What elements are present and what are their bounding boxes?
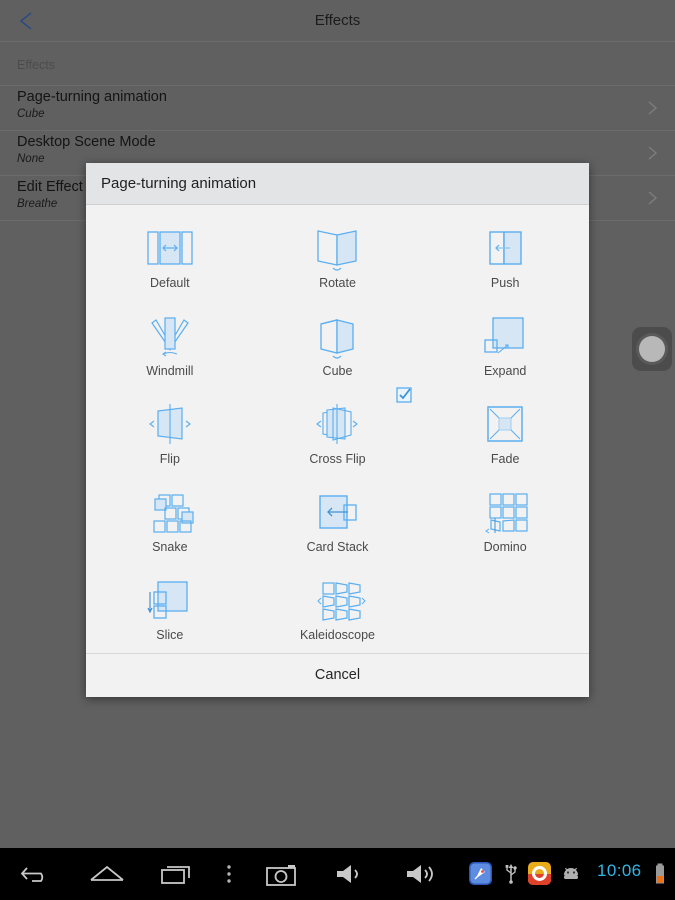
screenshot-camera-icon[interactable] bbox=[263, 859, 301, 894]
dialog-body: Default Rotate Push Windmill Cube Expand… bbox=[86, 205, 589, 653]
floating-assistive-button[interactable] bbox=[632, 327, 672, 371]
kaleidoscope-animation-icon bbox=[308, 571, 367, 629]
cross-flip-animation-icon bbox=[308, 395, 366, 453]
option-label: Cube bbox=[322, 364, 353, 378]
rocket-app-icon[interactable] bbox=[469, 862, 492, 890]
status-clock: 10:06 bbox=[597, 861, 642, 880]
circle-widget-icon bbox=[639, 336, 665, 362]
option-label: Expand bbox=[483, 364, 527, 378]
setting-row-page-turning-animation[interactable]: Page-turning animation Cube bbox=[0, 85, 675, 130]
chevron-right-icon bbox=[643, 189, 661, 207]
option-card-stack[interactable]: Card Stack bbox=[254, 483, 422, 571]
option-default[interactable]: Default bbox=[86, 219, 254, 307]
usb-icon bbox=[503, 862, 519, 890]
option-label: Domino bbox=[483, 540, 527, 554]
option-expand[interactable]: Expand bbox=[421, 307, 589, 395]
option-cube[interactable]: Cube bbox=[254, 307, 422, 395]
page-turning-animation-dialog: Page-turning animation Default Rotate Pu… bbox=[86, 163, 589, 697]
windmill-animation-icon bbox=[141, 307, 199, 365]
snake-animation-icon bbox=[141, 483, 199, 541]
option-fade[interactable]: Fade bbox=[421, 395, 589, 483]
option-label: Rotate bbox=[319, 276, 356, 290]
option-push[interactable]: Push bbox=[421, 219, 589, 307]
fade-animation-icon bbox=[476, 395, 534, 453]
option-rotate[interactable]: Rotate bbox=[254, 219, 422, 307]
app-header: Effects bbox=[0, 0, 675, 42]
setting-row-value: None bbox=[17, 153, 45, 165]
setting-row-title: Edit Effect bbox=[17, 179, 83, 195]
flip-animation-icon bbox=[141, 395, 199, 453]
option-label: Flip bbox=[159, 452, 180, 466]
push-animation-icon bbox=[476, 219, 534, 277]
screen: Effects Effects Page-turning animation C… bbox=[0, 0, 675, 900]
setting-row-title: Page-turning animation bbox=[17, 89, 167, 105]
recent-apps-icon[interactable] bbox=[158, 859, 196, 894]
rotate-animation-icon bbox=[308, 219, 366, 277]
option-domino[interactable]: Domino bbox=[421, 483, 589, 571]
back-icon[interactable] bbox=[18, 859, 56, 894]
option-kaleidoscope[interactable]: Kaleidoscope bbox=[254, 571, 422, 659]
dialog-title: Page-turning animation bbox=[101, 175, 257, 192]
option-label: Slice bbox=[156, 628, 184, 642]
domino-animation-icon bbox=[476, 483, 534, 541]
chevron-right-icon bbox=[643, 99, 661, 117]
section-label-effects: Effects bbox=[17, 58, 55, 72]
cancel-button[interactable]: Cancel bbox=[86, 653, 589, 696]
battery-icon bbox=[653, 862, 667, 891]
option-label: Snake bbox=[152, 540, 188, 554]
menu-overflow-icon[interactable] bbox=[222, 859, 236, 894]
option-snake[interactable]: Snake bbox=[86, 483, 254, 571]
cancel-button-label: Cancel bbox=[314, 667, 361, 683]
volume-up-icon[interactable] bbox=[403, 859, 441, 894]
option-label: Card Stack bbox=[306, 540, 369, 554]
option-label: Default bbox=[150, 276, 190, 290]
animation-options-grid: Default Rotate Push Windmill Cube Expand… bbox=[86, 219, 589, 659]
option-label: Kaleidoscope bbox=[299, 628, 376, 642]
setting-row-value: Cube bbox=[17, 108, 45, 120]
option-slice[interactable]: Slice bbox=[86, 571, 254, 659]
dialog-header: Page-turning animation bbox=[86, 163, 589, 205]
page-title: Effects bbox=[314, 12, 361, 29]
option-flip[interactable]: Flip bbox=[86, 395, 254, 483]
option-label: Cross Flip bbox=[309, 452, 366, 466]
setting-row-value: Breathe bbox=[17, 198, 58, 210]
orange-ring-app-icon[interactable] bbox=[528, 862, 551, 890]
checkbox-checked-icon[interactable] bbox=[396, 387, 412, 403]
option-label: Windmill bbox=[146, 364, 194, 378]
expand-animation-icon bbox=[476, 307, 534, 365]
option-label: Push bbox=[490, 276, 520, 290]
chevron-right-icon bbox=[643, 144, 661, 162]
option-cross-flip[interactable]: Cross Flip bbox=[254, 395, 422, 483]
home-icon[interactable] bbox=[88, 859, 126, 894]
android-robot-icon bbox=[560, 862, 582, 890]
setting-row-title: Desktop Scene Mode bbox=[17, 134, 156, 150]
option-windmill[interactable]: Windmill bbox=[86, 307, 254, 395]
card-stack-animation-icon bbox=[308, 483, 366, 541]
slice-animation-icon bbox=[141, 571, 199, 629]
android-navigation-bar: 10:06 bbox=[0, 848, 675, 900]
cube-animation-icon bbox=[308, 307, 366, 365]
default-animation-icon bbox=[141, 219, 199, 277]
option-label: Fade bbox=[490, 452, 520, 466]
volume-down-icon[interactable] bbox=[333, 859, 371, 894]
